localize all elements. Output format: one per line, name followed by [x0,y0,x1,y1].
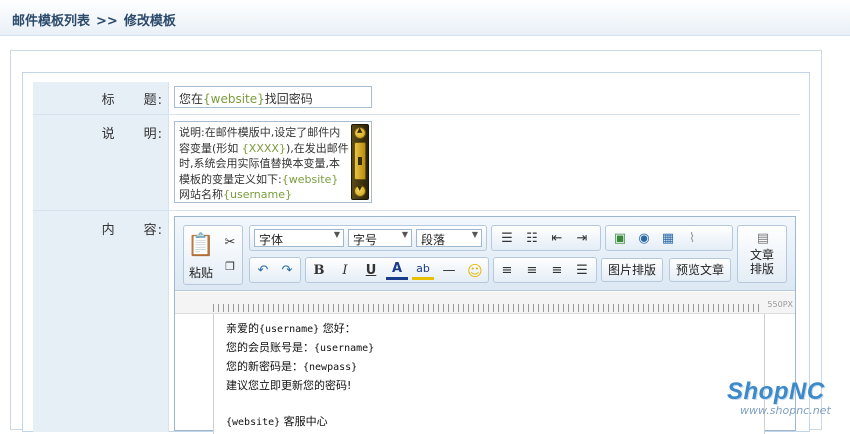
editor-toolbar: 📋 粘贴 ✂ ❐ 字体 ▼ 字号 ▼ 段落 ▼ ☰ ☷ ⇤ ⇥ ▣ ◉ ▦ ⌇ ▤ 文… [175,217,795,291]
breadcrumb-list-link[interactable]: 邮件模板列表 [12,14,90,29]
emoticon-icon[interactable]: ☺ [464,260,486,282]
insert-group: ▣ ◉ ▦ ⌇ [605,225,733,251]
ordered-list-icon[interactable]: ☰ [496,228,518,250]
description-text: 说明:在邮件模版中,设定了邮件内容变量(形如 {XXXX}),在发出邮件时,系统… [179,126,349,201]
description-textarea[interactable]: 说明:在邮件模版中,设定了邮件内容变量(形如 {XXXX}),在发出邮件时,系统… [174,121,372,203]
align-right-icon[interactable]: ≡ [546,260,568,282]
email-body: 亲爱的{username} 您好： 您的会员账号是：{username} 您的新… [226,320,374,432]
font-select[interactable]: 字体 ▼ [254,229,344,247]
bold-button[interactable]: B [308,260,330,282]
body-line [226,395,374,413]
paste-icon[interactable]: 📋 [187,232,215,260]
rich-text-editor[interactable]: 📋 粘贴 ✂ ❐ 字体 ▼ 字号 ▼ 段落 ▼ ☰ ☷ ⇤ ⇥ ▣ ◉ ▦ ⌇ ▤ 文… [174,216,796,434]
image-layout-button[interactable]: 图片排版 [601,258,663,282]
body-line: 您的新密码是：{newpass} [226,360,358,373]
preview-article-button[interactable]: 预览文章 [669,258,731,282]
breadcrumb-separator: >> [96,14,118,29]
article-layout-label-2: 排版 [750,262,775,276]
title-label: 标 题: [101,93,163,108]
alignment-group: ≡ ≡ ≡ ☰ [493,257,597,283]
page-header: 邮件模板列表 >> 修改模板 [0,0,850,36]
body-line: 亲爱的{username} 您好： [226,322,356,335]
underline-button[interactable]: U [360,260,382,282]
row-divider [33,210,800,211]
scroll-up-icon[interactable]: ▲ [354,126,366,139]
link-icon[interactable]: ◉ [633,228,655,250]
font-size-select[interactable]: 字号 ▼ [348,229,412,247]
article-layout-label-1: 文章 [750,248,775,262]
ruler-ticks [213,304,763,312]
brand-url: www.shopnc.net [740,404,831,417]
description-label: 说 明: [101,127,163,142]
scroll-down-icon[interactable]: ▼ [354,184,366,197]
body-line: 您的会员账号是：{username} [226,341,375,354]
breadcrumb: 邮件模板列表 >> 修改模板 [12,10,176,29]
list-group: ☰ ☷ ⇤ ⇥ [491,225,601,251]
format-select-group: 字体 ▼ 字号 ▼ 段落 ▼ [249,225,487,251]
align-left-icon[interactable]: ≡ [496,260,518,282]
attachment-icon[interactable]: ⌇ [681,228,703,250]
ruler-width-label: 550PX [767,300,793,309]
scroll-thumb[interactable] [354,142,366,180]
highlight-icon[interactable]: ab [412,260,434,280]
column-divider [168,82,169,432]
copy-icon[interactable]: ❐ [219,256,241,278]
font-color-button[interactable]: A [386,260,408,280]
redo-icon[interactable]: ↷ [276,260,298,282]
content-label: 内 容: [101,223,163,238]
align-justify-icon[interactable]: ☰ [571,260,593,282]
title-text: 您在 [179,92,204,106]
unordered-list-icon[interactable]: ☷ [521,228,543,250]
chevron-down-icon: ▼ [401,230,408,239]
horizontal-rule-icon[interactable]: — [438,260,460,282]
body-line: {website} 客服中心 [226,415,328,428]
body-line: 建议您立即更新您的密码! [226,379,352,392]
undo-icon[interactable]: ↶ [252,260,274,282]
document-icon: ▤ [756,231,770,246]
indent-icon[interactable]: ⇥ [571,228,593,250]
text-style-group: B I U A ab — ☺ [305,257,489,283]
article-layout-button[interactable]: ▤ 文章 排版 [737,225,787,283]
row-divider [33,114,800,115]
paste-button[interactable]: 粘贴 [189,264,213,281]
paragraph-select[interactable]: 段落 ▼ [416,229,482,247]
title-input[interactable]: 您在{website}找回密码 [174,86,372,108]
align-center-icon[interactable]: ≡ [521,260,543,282]
title-text: 找回密码 [264,92,313,106]
table-icon[interactable]: ▦ [657,228,679,250]
history-group: ↶ ↷ [249,257,301,283]
title-variable: {website} [203,92,265,106]
breadcrumb-current: 修改模板 [123,14,176,29]
italic-button[interactable]: I [334,260,356,282]
description-scrollbar[interactable]: ▲ ▼ [351,124,369,200]
clipboard-group: 📋 粘贴 ✂ ❐ [183,225,243,285]
chevron-down-icon: ▼ [471,230,478,239]
outdent-icon[interactable]: ⇤ [546,228,568,250]
image-icon[interactable]: ▣ [609,228,631,250]
editor-content-area[interactable]: 亲爱的{username} 您好： 您的会员账号是：{username} 您的新… [213,314,765,434]
editor-ruler: 550PX [175,292,795,314]
chevron-down-icon: ▼ [333,230,340,239]
cut-icon[interactable]: ✂ [219,232,241,254]
